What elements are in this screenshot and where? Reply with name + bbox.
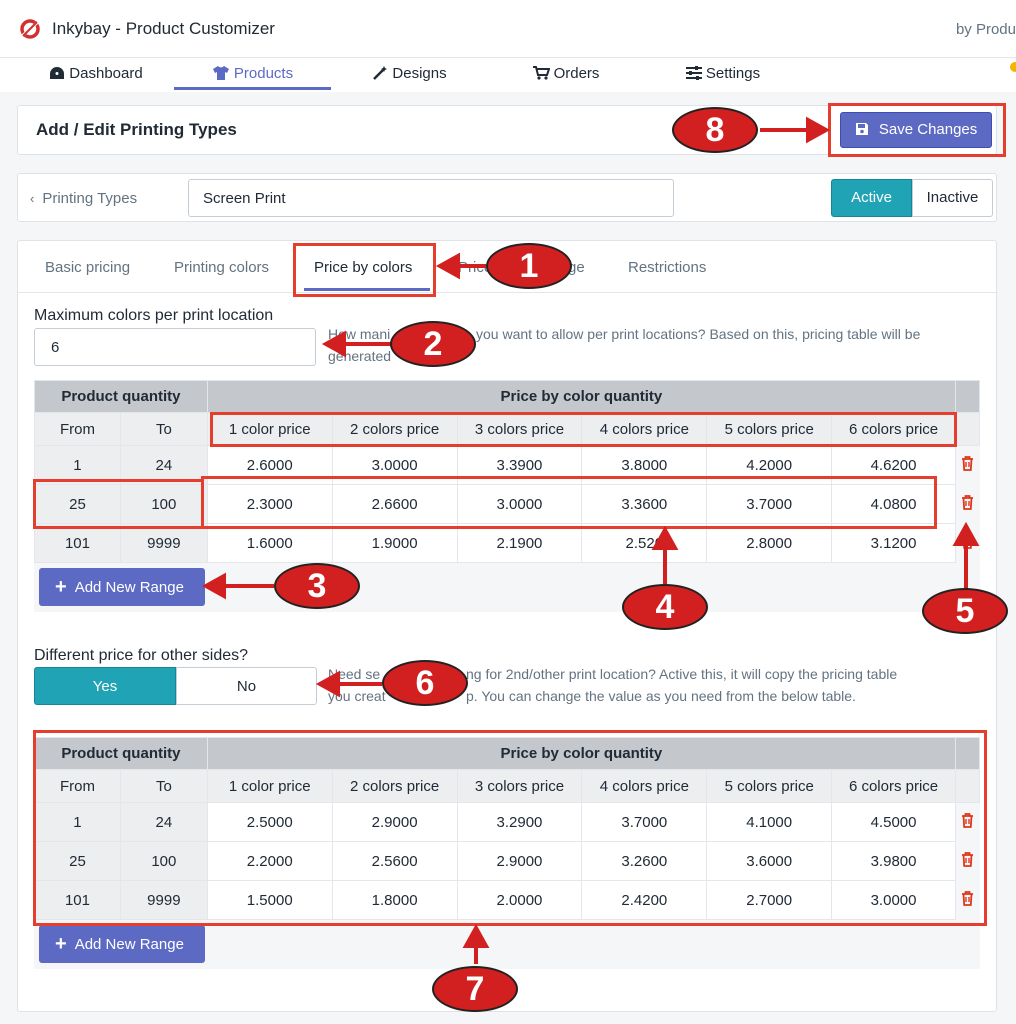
callout-5: 5 — [922, 588, 1008, 634]
callout-2: 2 — [390, 321, 476, 367]
annotation-arrows — [201, 116, 980, 964]
callout-8: 8 — [672, 107, 758, 153]
callout-7: 7 — [432, 966, 518, 1012]
callout-3: 3 — [274, 563, 360, 609]
callout-1: 1 — [486, 243, 572, 289]
callout-4: 4 — [622, 584, 708, 630]
callout-6: 6 — [382, 660, 468, 706]
